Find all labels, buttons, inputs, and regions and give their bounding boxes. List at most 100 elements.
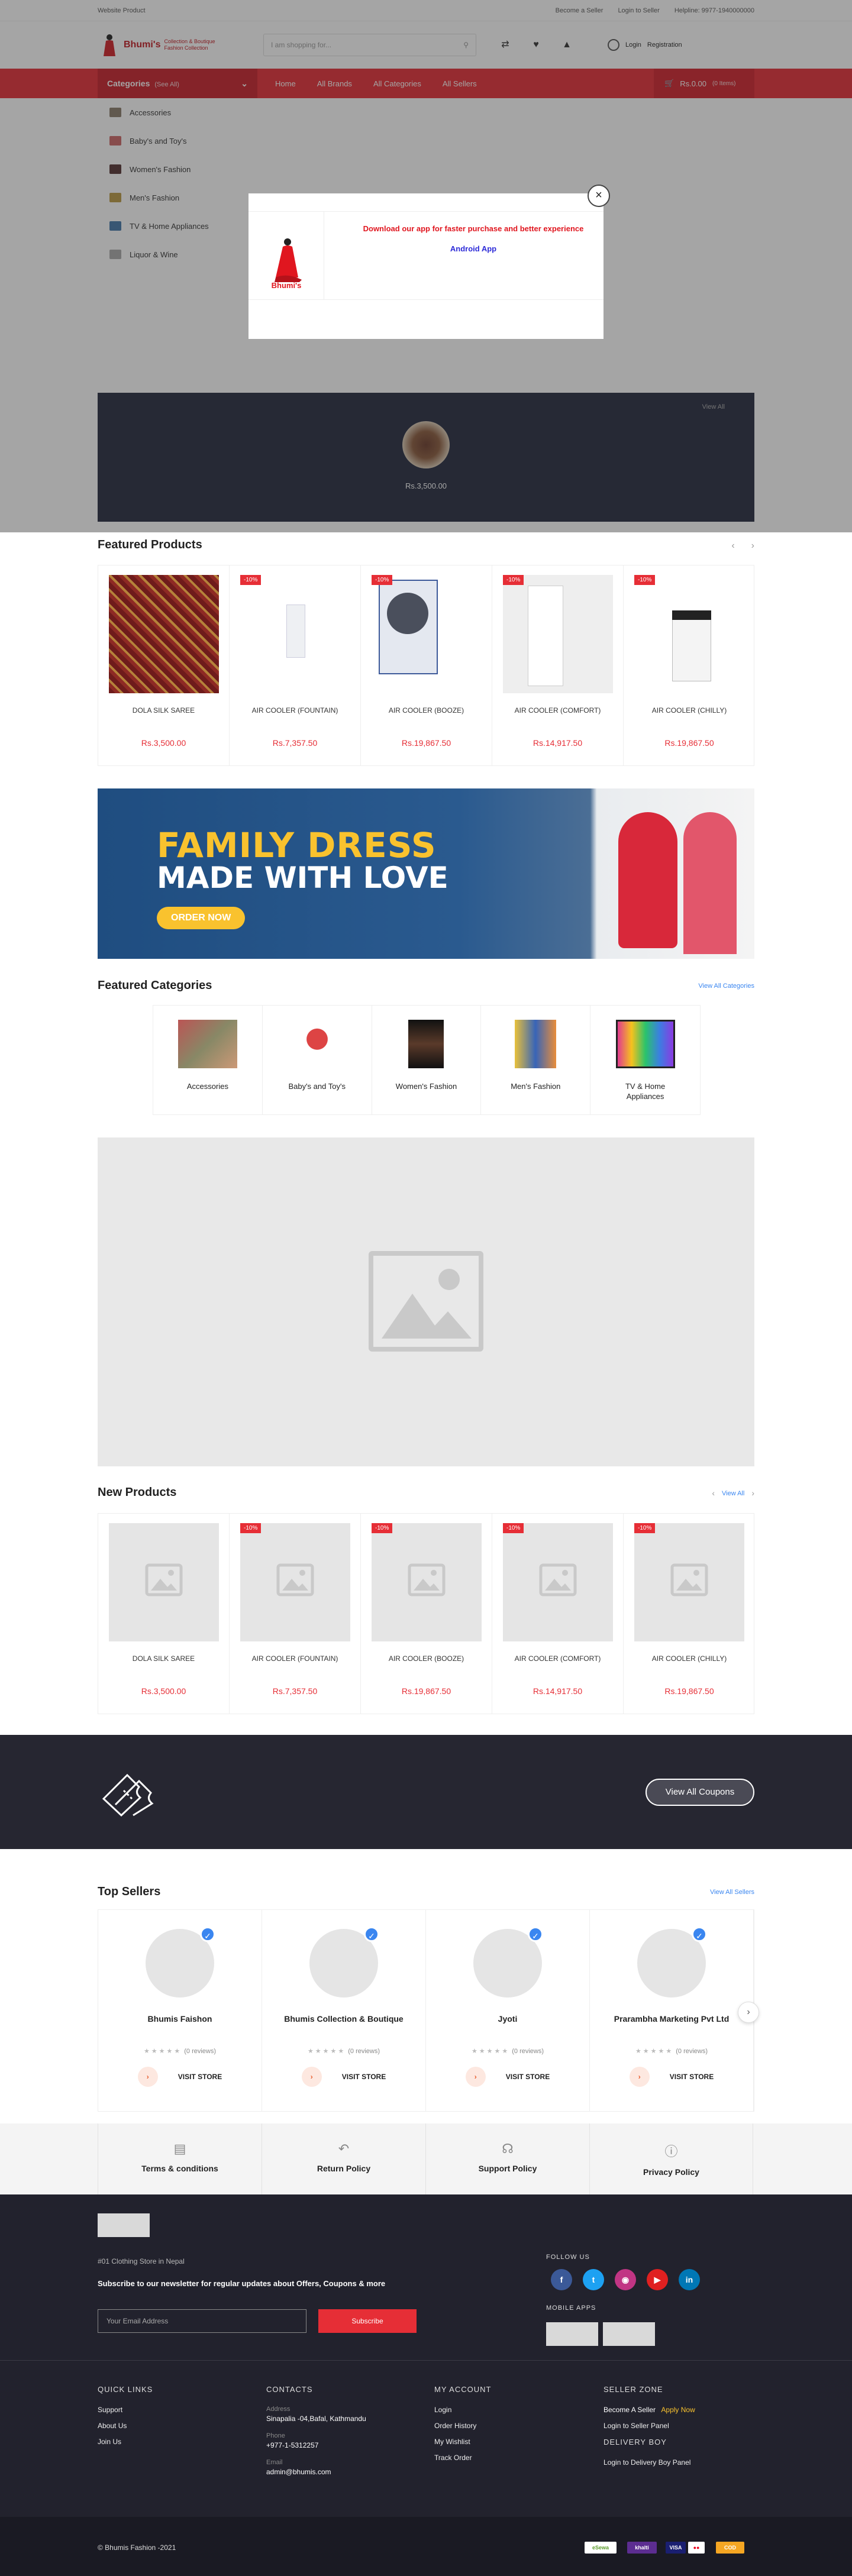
visit-store-button[interactable]: › VISIT STORE bbox=[98, 2067, 262, 2087]
visit-store-button[interactable]: › VISIT STORE bbox=[426, 2067, 589, 2087]
policy-return[interactable]: ↶ Return Policy bbox=[262, 2123, 425, 2194]
cod-payment-icon: COD bbox=[716, 2542, 744, 2554]
product-card[interactable]: -10% AIR COOLER (BOOZE) Rs.19,867.50 bbox=[361, 565, 492, 765]
my-account-title: MY ACCOUNT bbox=[434, 2385, 492, 2394]
top-sellers-list: ✓ Bhumis Faishon ★★★★★ (0 reviews) › VISIT… bbox=[98, 1909, 754, 2112]
android-app-link[interactable]: Android App bbox=[349, 244, 598, 253]
google-play-button[interactable] bbox=[546, 2322, 598, 2346]
email-field[interactable]: Your Email Address bbox=[98, 2309, 306, 2333]
policy-label: Support Policy bbox=[478, 2164, 537, 2173]
seller-panel-link[interactable]: Login to Seller Panel bbox=[604, 2422, 695, 2430]
category-card[interactable]: Women's Fashion bbox=[372, 1006, 482, 1114]
chevron-right-icon[interactable]: › bbox=[751, 541, 754, 551]
new-products-view-all[interactable]: View All bbox=[722, 1488, 744, 1499]
app-store-button[interactable] bbox=[603, 2322, 655, 2346]
banner-line1: FAMILY DRESS bbox=[157, 825, 437, 865]
view-all-coupons-button[interactable]: View All Coupons bbox=[646, 1779, 754, 1806]
discount-badge: -10% bbox=[503, 1523, 524, 1533]
chevron-left-icon[interactable]: ‹ bbox=[712, 1488, 715, 1499]
policy-label: Privacy Policy bbox=[643, 2167, 699, 2177]
track-order-link[interactable]: Track Order bbox=[434, 2454, 491, 2462]
product-name: AIR COOLER (BOOZE) bbox=[388, 706, 464, 715]
chevron-right-icon[interactable]: › bbox=[751, 1488, 754, 1499]
product-card[interactable]: DOLA SILK SAREE Rs.3,500.00 bbox=[98, 565, 230, 765]
banner-line2: MADE WITH LOVE bbox=[157, 861, 448, 895]
seller-card[interactable]: ✓ Prarambha Marketing Pvt Ltd ★★★★★ (0 re… bbox=[590, 1910, 754, 2111]
seller-reviews: (0 reviews) bbox=[348, 2048, 380, 2055]
apply-now-link[interactable]: Apply Now bbox=[661, 2406, 695, 2414]
info-icon: ⓘ bbox=[664, 2144, 678, 2159]
support-link[interactable]: Support bbox=[98, 2406, 153, 2414]
email-label: Email bbox=[266, 2459, 283, 2466]
category-card[interactable]: Accessories bbox=[153, 1006, 263, 1114]
product-image: -10% bbox=[503, 1523, 613, 1641]
product-card[interactable]: -10% AIR COOLER (COMFORT) Rs.14,917.50 bbox=[492, 565, 624, 765]
seller-avatar: ✓ bbox=[637, 1927, 707, 1998]
banner-placeholder[interactable] bbox=[98, 1137, 754, 1466]
product-card[interactable]: -10% AIR COOLER (FOUNTAIN) Rs.7,357.50 bbox=[230, 565, 361, 765]
facebook-icon[interactable]: f bbox=[551, 2269, 572, 2290]
category-image bbox=[178, 1020, 237, 1068]
email-value[interactable]: admin@bhumis.com bbox=[266, 2468, 366, 2476]
instagram-icon[interactable]: ◉ bbox=[615, 2269, 636, 2290]
policy-privacy[interactable]: ⓘ Privacy Policy bbox=[589, 2123, 753, 2194]
seller-avatar: ✓ bbox=[473, 1927, 543, 1998]
subscribe-button[interactable]: Subscribe bbox=[318, 2309, 417, 2333]
verified-icon: ✓ bbox=[200, 1927, 215, 1942]
product-card[interactable]: -10% AIR COOLER (CHILLY) Rs.19,867.50 bbox=[624, 1514, 755, 1714]
about-us-link[interactable]: About Us bbox=[98, 2422, 153, 2430]
product-price: Rs.19,867.50 bbox=[664, 738, 714, 748]
view-all-sellers-link[interactable]: View All Sellers bbox=[710, 1889, 754, 1896]
arrow-right-icon: › bbox=[629, 2067, 650, 2087]
login-footer-link[interactable]: Login bbox=[434, 2406, 491, 2414]
seller-card[interactable]: ✓ Jyoti ★★★★★ (0 reviews) › VISIT STORE bbox=[426, 1910, 590, 2111]
email-placeholder: Your Email Address bbox=[106, 2317, 169, 2325]
product-card[interactable]: DOLA SILK SAREE Rs.3,500.00 bbox=[98, 1514, 230, 1714]
arrow-right-icon: › bbox=[465, 2067, 486, 2087]
product-image bbox=[109, 575, 219, 693]
product-name: DOLA SILK SAREE bbox=[132, 1654, 195, 1663]
policy-label: Terms & conditions bbox=[141, 2164, 218, 2173]
product-card[interactable]: -10% AIR COOLER (FOUNTAIN) Rs.7,357.50 bbox=[230, 1514, 361, 1714]
wishlist-link[interactable]: My Wishlist bbox=[434, 2438, 491, 2446]
banner-model-image bbox=[618, 812, 677, 948]
discount-badge: -10% bbox=[634, 1523, 656, 1533]
product-name: AIR COOLER (COMFORT) bbox=[514, 706, 601, 715]
product-price: Rs.3,500.00 bbox=[141, 738, 186, 748]
product-name: AIR COOLER (BOOZE) bbox=[388, 1654, 464, 1663]
return-icon: ↶ bbox=[338, 2141, 350, 2156]
linkedin-icon[interactable]: in bbox=[679, 2269, 700, 2290]
policy-support[interactable]: ☊ Support Policy bbox=[425, 2123, 589, 2194]
order-history-link[interactable]: Order History bbox=[434, 2422, 491, 2430]
promo-banner[interactable]: FAMILY DRESS MADE WITH LOVE ORDER NOW bbox=[98, 788, 754, 959]
category-card[interactable]: TV & Home Appliances bbox=[590, 1006, 700, 1114]
chevron-left-icon[interactable]: ‹ bbox=[731, 541, 734, 551]
mastercard-payment-icon: ●● bbox=[688, 2542, 705, 2554]
product-card[interactable]: -10% AIR COOLER (COMFORT) Rs.14,917.50 bbox=[492, 1514, 624, 1714]
product-card[interactable]: -10% AIR COOLER (CHILLY) Rs.19,867.50 bbox=[624, 565, 755, 765]
youtube-icon[interactable]: ▶ bbox=[647, 2269, 668, 2290]
category-card[interactable]: Men's Fashion bbox=[481, 1006, 591, 1114]
seller-card[interactable]: ✓ Bhumis Collection & Boutique ★★★★★ (0 r… bbox=[262, 1910, 426, 2111]
visit-store-button[interactable]: › VISIT STORE bbox=[262, 2067, 425, 2087]
order-now-button[interactable]: ORDER NOW bbox=[157, 907, 246, 929]
product-name: AIR COOLER (CHILLY) bbox=[651, 706, 727, 715]
policy-terms[interactable]: ▤ Terms & conditions bbox=[98, 2123, 262, 2194]
footer-logo[interactable] bbox=[98, 2213, 150, 2237]
view-all-categories-link[interactable]: View All Categories bbox=[698, 982, 754, 990]
join-us-link[interactable]: Join Us bbox=[98, 2438, 153, 2446]
newsletter-text: Subscribe to our newsletter for regular … bbox=[98, 2279, 386, 2288]
close-icon[interactable]: × bbox=[588, 185, 610, 207]
delivery-panel-link[interactable]: Login to Delivery Boy Panel bbox=[604, 2458, 695, 2467]
visa-payment-icon: VISA bbox=[666, 2542, 686, 2554]
chevron-right-icon[interactable]: › bbox=[738, 2002, 759, 2023]
category-card[interactable]: Baby's and Toy's bbox=[263, 1006, 372, 1114]
product-card[interactable]: -10% AIR COOLER (BOOZE) Rs.19,867.50 bbox=[361, 1514, 492, 1714]
product-price: Rs.14,917.50 bbox=[532, 1686, 583, 1696]
seller-card[interactable]: ✓ Bhumis Faishon ★★★★★ (0 reviews) › VISIT… bbox=[98, 1910, 262, 2111]
visit-store-button[interactable]: › VISIT STORE bbox=[590, 2067, 753, 2087]
product-image: -10% bbox=[240, 575, 350, 693]
discount-badge: -10% bbox=[372, 1523, 393, 1533]
twitter-icon[interactable]: t bbox=[583, 2269, 604, 2290]
verified-icon: ✓ bbox=[364, 1927, 379, 1942]
